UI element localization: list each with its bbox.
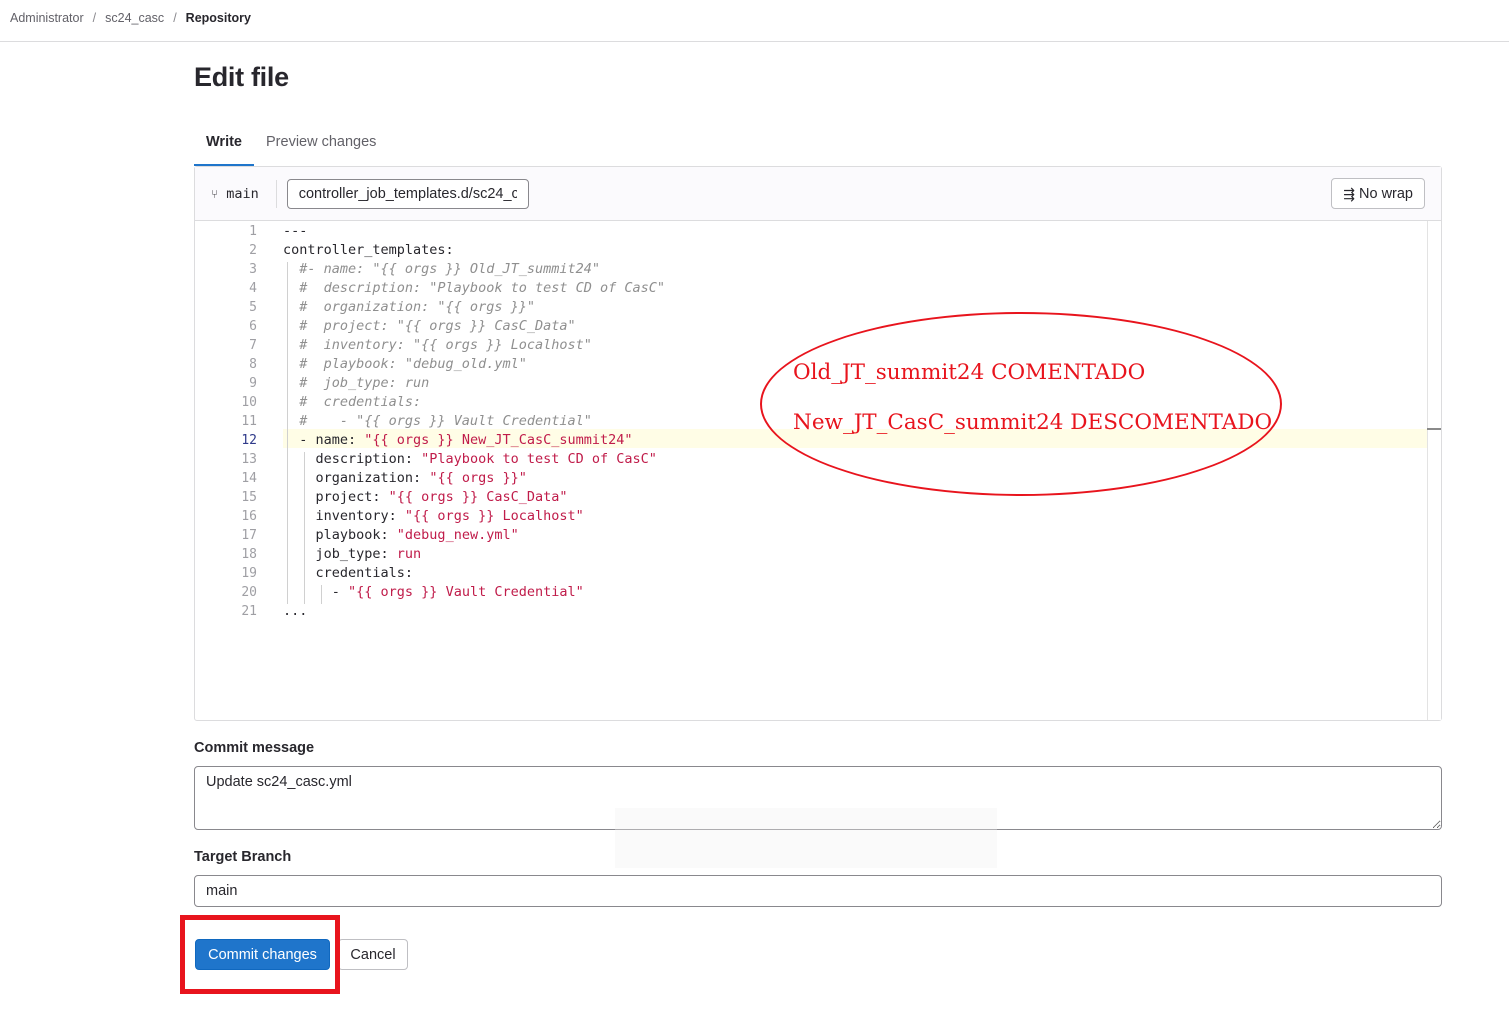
code-line: # inventory: "{{ orgs }} Localhost" xyxy=(283,337,592,353)
code-line: # description: "Playbook to test CD of C… xyxy=(283,280,666,296)
line-number: 6 xyxy=(249,319,257,334)
code-line: # project: "{{ orgs }} CasC_Data" xyxy=(283,318,576,334)
annotation-text-old: Old_JT_summit24 COMENTADO xyxy=(793,360,1146,385)
line-number: 3 xyxy=(249,262,257,277)
code-line: ... xyxy=(283,603,308,619)
code-line: inventory: "{{ orgs }} Localhost" xyxy=(283,508,584,524)
line-number: 9 xyxy=(249,376,257,391)
code-line: - name: "{{ orgs }} New_JT_CasC_summit24… xyxy=(283,432,633,448)
faint-overlay xyxy=(615,808,997,868)
code-line: # job_type: run xyxy=(283,375,430,391)
code-line: # - "{{ orgs }} Vault Credential" xyxy=(283,413,592,429)
line-number: 7 xyxy=(249,338,257,353)
branch-indicator: ⑂ main xyxy=(211,186,259,202)
toolbar-divider xyxy=(275,179,277,208)
file-name-input[interactable] xyxy=(286,178,529,209)
line-number: 1 xyxy=(249,224,257,239)
breadcrumb-item-project[interactable]: sc24_casc xyxy=(105,11,164,25)
wrap-icon: ⇶ xyxy=(1343,185,1355,202)
page-title: Edit file xyxy=(194,62,289,92)
indent-guide xyxy=(304,452,305,604)
breadcrumb-separator: / xyxy=(92,10,97,25)
indent-guide xyxy=(287,262,288,604)
annotation-ellipse xyxy=(760,312,1282,496)
indent-guide xyxy=(321,585,322,604)
scrollbar-cursor-marker xyxy=(1427,428,1441,430)
line-number: 14 xyxy=(241,471,257,486)
target-branch-input[interactable] xyxy=(194,875,1442,907)
line-number: 17 xyxy=(241,528,257,543)
line-number: 12 xyxy=(241,433,257,448)
code-line: # playbook: "debug_old.yml" xyxy=(283,356,527,372)
tab-preview-changes[interactable]: Preview changes xyxy=(254,124,388,166)
line-number: 10 xyxy=(241,395,257,410)
code-line: #- name: "{{ orgs }} Old_JT_summit24" xyxy=(283,261,600,277)
commit-message-label: Commit message xyxy=(194,740,315,756)
line-number: 11 xyxy=(241,414,257,429)
code-line: - "{{ orgs }} Vault Credential" xyxy=(283,584,584,600)
breadcrumb-separator: / xyxy=(173,10,177,25)
line-number: 4 xyxy=(249,281,257,296)
line-number: 19 xyxy=(241,566,257,581)
breadcrumb-item-repository[interactable]: Repository xyxy=(186,11,251,25)
editor-tabs: Write Preview changes xyxy=(194,124,388,166)
breadcrumb: Administrator / sc24_casc / Repository xyxy=(0,0,1509,42)
line-number: 8 xyxy=(249,357,257,372)
line-number: 21 xyxy=(241,604,257,619)
cancel-button[interactable]: Cancel xyxy=(338,939,408,970)
target-branch-label: Target Branch xyxy=(194,849,292,865)
line-number: 16 xyxy=(241,509,257,524)
no-wrap-button[interactable]: ⇶ No wrap xyxy=(1331,178,1425,209)
line-number: 18 xyxy=(241,547,257,562)
code-line: description: "Playbook to test CD of Cas… xyxy=(283,451,657,467)
annotation-text-new: New_JT_CasC_summit24 DESCOMENTADO xyxy=(793,410,1273,435)
breadcrumb-item-administrator[interactable]: Administrator xyxy=(10,11,84,25)
annotation-highlight-box xyxy=(180,915,340,994)
code-editor[interactable]: 1 --- 2 controller_templates: 3 #- name: "{{… xyxy=(195,221,1441,720)
code-line: # organization: "{{ orgs }}" xyxy=(283,299,535,315)
line-number: 15 xyxy=(241,490,257,505)
code-line: --- xyxy=(283,223,308,239)
editor-toolbar: ⑂ main ⇶ No wrap xyxy=(195,167,1441,221)
line-number: 13 xyxy=(241,452,257,467)
code-line: project: "{{ orgs }} CasC_Data" xyxy=(283,489,568,505)
line-number: 20 xyxy=(241,585,257,600)
code-line: # credentials: xyxy=(283,394,422,410)
code-line: controller_templates: xyxy=(283,242,454,258)
code-line: organization: "{{ orgs }}" xyxy=(283,470,527,486)
branch-icon: ⑂ xyxy=(211,186,219,201)
editor-scrollbar[interactable] xyxy=(1427,221,1441,720)
branch-name: main xyxy=(226,185,259,202)
tab-write[interactable]: Write xyxy=(194,124,254,166)
line-number: 5 xyxy=(249,300,257,315)
line-number: 2 xyxy=(249,243,257,258)
no-wrap-label: No wrap xyxy=(1359,185,1413,202)
code-line: playbook: "debug_new.yml" xyxy=(283,527,519,543)
code-line: credentials: xyxy=(283,565,414,581)
